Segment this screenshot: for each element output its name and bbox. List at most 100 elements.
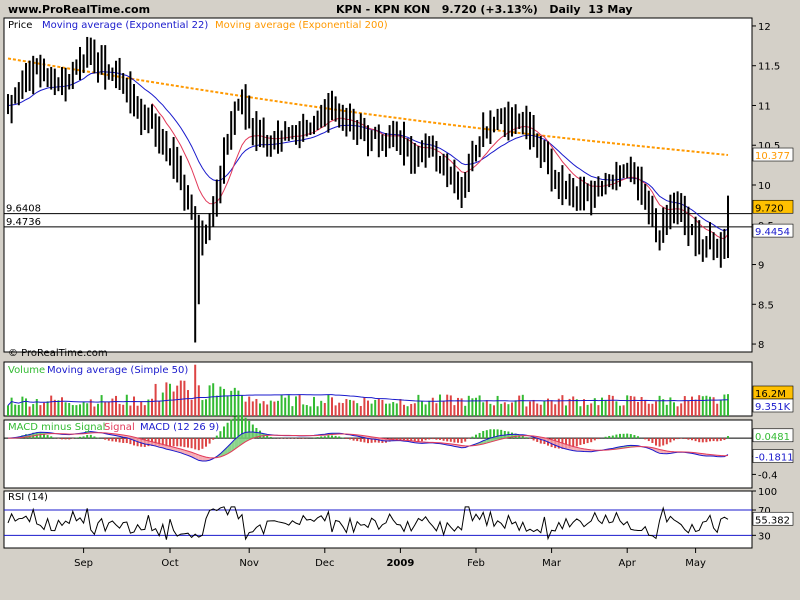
volume-bar bbox=[352, 400, 355, 416]
volume-bar bbox=[277, 400, 279, 416]
macd-histogram-bar bbox=[230, 419, 233, 439]
volume-bar bbox=[370, 403, 373, 416]
volume-bar bbox=[133, 396, 135, 416]
volume-bar bbox=[356, 403, 359, 416]
volume-bar bbox=[208, 385, 211, 416]
volume-bar bbox=[493, 405, 495, 416]
price-panel-title: Price bbox=[8, 20, 32, 31]
macd-histogram-bar bbox=[719, 438, 722, 441]
macd-histogram-bar bbox=[68, 438, 71, 440]
volume-bar bbox=[583, 399, 585, 416]
label-rsi: 55.382 bbox=[755, 515, 790, 526]
volume-bar bbox=[118, 403, 121, 416]
volume-bar bbox=[381, 399, 384, 416]
volume-bar bbox=[262, 401, 265, 416]
macd-histogram-bar bbox=[629, 434, 632, 439]
volume-bar bbox=[615, 401, 618, 416]
macd-histogram-bar bbox=[644, 438, 647, 440]
volume-bar bbox=[255, 398, 258, 416]
volume-bar bbox=[223, 388, 225, 416]
x-tick-label: Oct bbox=[161, 558, 178, 569]
label-last-price: 9.720 bbox=[755, 203, 784, 214]
price-tick-label: 12 bbox=[758, 22, 771, 33]
volume-bar bbox=[46, 401, 49, 416]
volume-bar bbox=[478, 395, 481, 416]
macd-histogram-bar bbox=[457, 438, 459, 443]
macd-histogram-bar bbox=[658, 438, 661, 447]
volume-bar bbox=[190, 399, 193, 416]
volume-bar bbox=[439, 394, 441, 416]
rsi-tick-label: 30 bbox=[758, 531, 771, 542]
macd-histogram-bar bbox=[593, 438, 596, 441]
volume-bar bbox=[331, 397, 333, 416]
macd-histogram-bar bbox=[626, 433, 629, 439]
label-last-volume: 16.2M bbox=[755, 389, 786, 400]
volume-bar bbox=[633, 396, 636, 416]
volume-bar bbox=[453, 405, 456, 416]
macd-histogram-bar bbox=[579, 438, 582, 445]
macd-histogram-bar bbox=[118, 438, 121, 443]
volume-bar bbox=[158, 400, 161, 416]
macd-histogram-bar bbox=[215, 435, 218, 439]
volume-bar bbox=[287, 395, 290, 416]
macd-histogram-bar bbox=[712, 438, 715, 442]
volume-bar bbox=[104, 402, 107, 416]
macd-histogram-bar bbox=[75, 437, 78, 439]
macd-histogram-bar bbox=[298, 438, 301, 439]
chart-canvas[interactable]: 88.599.51010.51111.5129.64089.4736PriceM… bbox=[0, 0, 800, 600]
volume-bar bbox=[39, 405, 42, 416]
volume-bar bbox=[496, 395, 499, 416]
volume-bar bbox=[367, 400, 369, 416]
x-tick-label: 2009 bbox=[386, 558, 414, 569]
macd-histogram-bar bbox=[115, 438, 117, 442]
volume-bar bbox=[608, 394, 611, 416]
volume-bar bbox=[327, 395, 330, 416]
volume-bar bbox=[82, 401, 85, 416]
macd-histogram-bar bbox=[219, 431, 222, 439]
volume-bar bbox=[53, 399, 56, 416]
volume-bar bbox=[410, 403, 413, 416]
volume-bar bbox=[100, 395, 103, 416]
price-reference-label: 9.6408 bbox=[6, 204, 41, 215]
macd-tick-label: -0.4 bbox=[758, 470, 778, 481]
macd-histogram-bar bbox=[421, 438, 423, 442]
volume-bar bbox=[539, 404, 542, 416]
volume-bar bbox=[179, 380, 182, 416]
legend-volume-ma: Moving average (Simple 50) bbox=[47, 365, 188, 376]
macd-histogram-bar bbox=[323, 436, 326, 439]
volume-bar bbox=[626, 395, 629, 416]
volume-bar bbox=[716, 403, 719, 416]
rsi-panel-title: RSI (14) bbox=[8, 492, 48, 503]
macd-histogram-bar bbox=[237, 415, 240, 439]
volume-bar bbox=[676, 406, 679, 416]
volume-bar bbox=[136, 405, 139, 416]
volume-bar bbox=[428, 400, 431, 416]
volume-bar bbox=[251, 401, 254, 416]
macd-histogram-bar bbox=[338, 436, 341, 439]
volume-bar bbox=[449, 395, 452, 416]
panel-rsi bbox=[3, 490, 753, 549]
volume-bar bbox=[395, 403, 398, 416]
macd-histogram-bar bbox=[694, 438, 697, 442]
x-tick-label: May bbox=[685, 558, 706, 569]
macd-histogram-bar bbox=[701, 438, 704, 443]
macd-histogram-bar bbox=[651, 438, 654, 443]
macd-histogram-bar bbox=[471, 436, 474, 439]
volume-bar bbox=[719, 400, 722, 416]
volume-bar bbox=[507, 404, 510, 416]
macd-histogram-bar bbox=[111, 438, 114, 442]
macd-histogram-bar bbox=[226, 422, 229, 439]
macd-histogram-bar bbox=[727, 436, 729, 439]
volume-bar bbox=[273, 401, 276, 416]
volume-bar bbox=[446, 394, 449, 416]
macd-histogram-bar bbox=[485, 430, 488, 439]
volume-bar bbox=[201, 400, 204, 416]
volume-bar bbox=[97, 403, 99, 416]
macd-histogram-bar bbox=[633, 435, 636, 439]
macd-histogram-bar bbox=[673, 438, 675, 441]
x-tick-label: Mar bbox=[542, 558, 562, 569]
macd-histogram-bar bbox=[86, 434, 89, 439]
macd-histogram-bar bbox=[205, 438, 207, 447]
volume-bar bbox=[568, 398, 571, 416]
volume-bar bbox=[17, 404, 20, 416]
